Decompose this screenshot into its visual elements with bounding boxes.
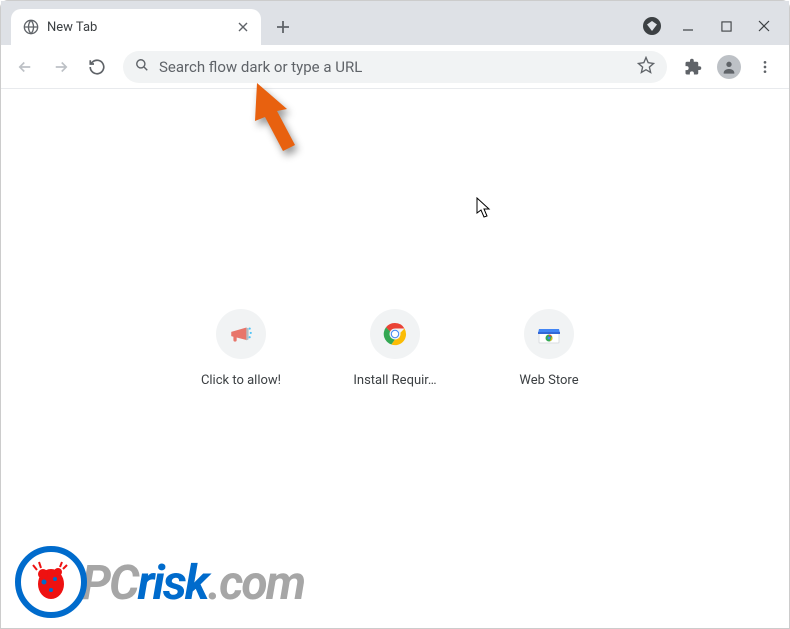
pcrisk-watermark: PCrisk.com xyxy=(15,546,304,618)
minimize-button[interactable] xyxy=(681,19,695,33)
shortcut-label: Click to allow! xyxy=(201,373,281,388)
back-button[interactable] xyxy=(9,51,41,83)
chrome-icon xyxy=(370,309,420,359)
watermark-logo-icon xyxy=(15,546,87,618)
globe-icon xyxy=(23,19,39,35)
shortcut-click-to-allow[interactable]: Click to allow! xyxy=(184,309,298,388)
extensions-icon[interactable] xyxy=(677,51,709,83)
address-input[interactable] xyxy=(159,58,637,76)
forward-button[interactable] xyxy=(45,51,77,83)
person-icon xyxy=(717,55,741,79)
search-icon xyxy=(135,57,149,76)
maximize-button[interactable] xyxy=(719,19,733,33)
window-controls xyxy=(681,19,789,45)
browser-tab[interactable]: New Tab xyxy=(11,9,261,45)
webstore-icon xyxy=(524,309,574,359)
tab-title: New Tab xyxy=(47,20,235,35)
megaphone-icon xyxy=(216,309,266,359)
watermark-text: PCrisk.com xyxy=(81,554,304,611)
profile-avatar[interactable] xyxy=(713,51,745,83)
titlebar: New Tab xyxy=(1,1,789,45)
shortcut-install-required[interactable]: Install Requir… xyxy=(338,309,452,388)
shortcut-label: Install Requir… xyxy=(353,373,436,388)
shortcut-label: Web Store xyxy=(519,373,578,388)
tab-close-icon[interactable] xyxy=(235,19,251,35)
reload-button[interactable] xyxy=(81,51,113,83)
close-window-button[interactable] xyxy=(757,19,771,33)
menu-button[interactable] xyxy=(749,51,781,83)
shortcuts-row: Click to allow! Install Requir… Web Stor… xyxy=(1,309,789,388)
shortcut-web-store[interactable]: Web Store xyxy=(492,309,606,388)
toolbar xyxy=(1,45,789,89)
bookmark-star-icon[interactable] xyxy=(637,56,655,78)
new-tab-button[interactable] xyxy=(269,13,297,41)
omnibox[interactable] xyxy=(123,51,667,83)
extension-shield-icon[interactable] xyxy=(643,17,661,35)
